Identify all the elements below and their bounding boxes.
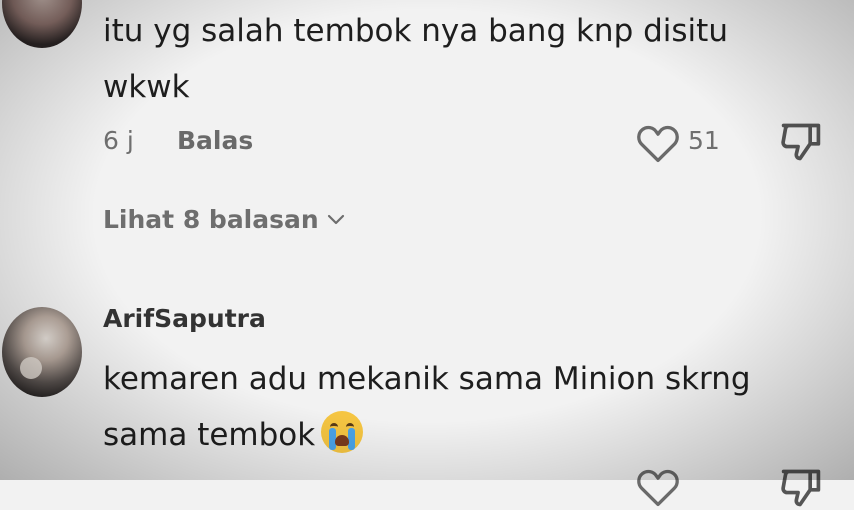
like-count: 51 [688,126,720,155]
reply-button[interactable]: Balas [177,126,253,155]
comment-timestamp: 6 j [103,126,134,155]
comment-username[interactable]: ArifSaputra [103,304,266,333]
avatar[interactable] [2,307,82,397]
comment-text: itu yg salah tembok nya bang knp disitu … [103,13,728,105]
heart-icon[interactable] [636,466,680,508]
view-replies-button[interactable]: Lihat 8 balasan [103,205,345,234]
view-replies-label: Lihat 8 balasan [103,205,319,234]
crying-face-emoji [321,411,364,453]
chevron-down-icon [327,214,344,224]
thumbs-down-icon[interactable] [779,120,823,164]
comment-text: kemaren adu mekanik sama Minion skrng sa… [103,361,751,453]
thumbs-down-icon[interactable] [779,466,823,510]
heart-icon[interactable] [636,122,680,164]
avatar[interactable] [2,0,82,48]
